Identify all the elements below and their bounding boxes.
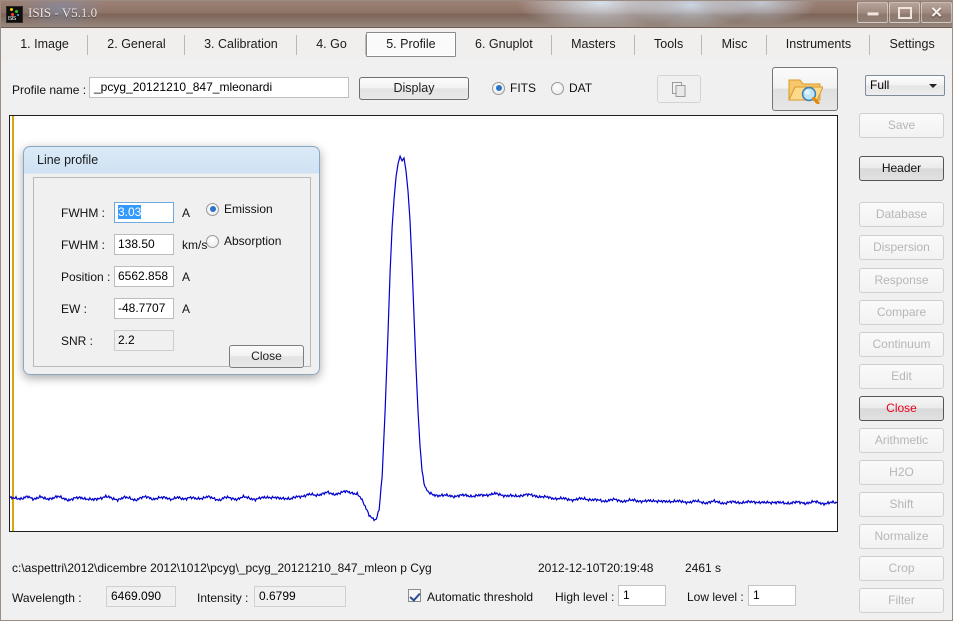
field-value-input[interactable]: 6562.858 (114, 266, 174, 287)
tab-4-go[interactable]: 4. Go (297, 32, 366, 57)
tab-instruments[interactable]: Instruments (767, 32, 871, 57)
low-level-input[interactable]: 1 (748, 585, 796, 606)
wavelength-label: Wavelength : (12, 591, 82, 605)
field-label: EW : (61, 302, 87, 316)
dialog-row: FWHM : 3.03 A (34, 202, 310, 226)
side-button-h2o: H2O (859, 460, 944, 485)
format-fits-radio[interactable]: FITS (492, 81, 536, 95)
tab-masters[interactable]: Masters (552, 32, 635, 57)
side-button-header[interactable]: Header (859, 156, 944, 181)
side-button-filter: Filter (859, 588, 944, 613)
radio-on-icon (492, 82, 505, 95)
format-dat-radio[interactable]: DAT (551, 81, 592, 95)
format-fits-label: FITS (510, 81, 536, 95)
title-bar: ISIS ISIS - V5.1.0 ✕ (1, 1, 953, 28)
isis-main-window: ISIS ISIS - V5.1.0 ✕ 1. Image2. General3… (0, 0, 953, 621)
side-button-close[interactable]: Close (859, 396, 944, 421)
tab-3-calibration[interactable]: 3. Calibration (185, 32, 297, 57)
display-button[interactable]: Display (359, 77, 469, 100)
field-label: FWHM : (61, 206, 105, 220)
file-path-text: c:\aspettri\2012\dicembre 2012\1012\pcyg… (12, 561, 432, 575)
field-value-input[interactable]: -48.7707 (114, 298, 174, 319)
radio-off-icon (551, 82, 564, 95)
side-button-compare: Compare (859, 300, 944, 325)
side-button-crop: Crop (859, 556, 944, 581)
dialog-body: Emission Absorption Close FWHM :3.03AFWH… (33, 177, 311, 367)
copy-button[interactable] (657, 75, 701, 103)
tab-1-image[interactable]: 1. Image (1, 32, 88, 57)
observation-datetime: 2012-12-10T20:19:48 (538, 561, 653, 575)
folder-search-icon (787, 74, 823, 104)
tab-settings[interactable]: Settings (870, 32, 953, 57)
tab-misc[interactable]: Misc (702, 32, 766, 57)
field-label: SNR : (61, 334, 93, 348)
field-unit: A (182, 302, 190, 316)
field-unit: km/s (182, 238, 207, 252)
side-button-arithmetic: Arithmetic (859, 428, 944, 453)
tab-2-general[interactable]: 2. General (88, 32, 185, 57)
field-value-text: 2.2 (118, 333, 135, 347)
browse-profile-button[interactable] (772, 67, 838, 111)
close-window-button[interactable]: ✕ (921, 2, 952, 23)
tab-tools[interactable]: Tools (635, 32, 703, 57)
exposure-time: 2461 s (685, 561, 721, 575)
side-button-dispersion: Dispersion (859, 235, 944, 260)
dialog-row: Position : 6562.858 A (34, 266, 310, 290)
automatic-threshold-label: Automatic threshold (427, 590, 533, 604)
view-mode-value: Full (870, 78, 889, 92)
high-level-label: High level : (555, 590, 614, 604)
field-label: FWHM : (61, 238, 105, 252)
field-value-text: 138.50 (118, 237, 155, 251)
tab-6-gnuplot[interactable]: 6. Gnuplot (456, 32, 552, 57)
profile-name-label: Profile name : (12, 83, 86, 97)
dialog-title: Line profile (37, 153, 98, 167)
side-button-response: Response (859, 268, 944, 293)
view-mode-select[interactable]: Full (865, 75, 945, 96)
side-button-edit: Edit (859, 364, 944, 389)
profile-name-input[interactable]: _pcyg_20121210_847_mleonardi (89, 77, 349, 98)
field-value-text: -48.7707 (118, 301, 165, 315)
field-value-text: 3.03 (118, 205, 141, 219)
wavelength-value: 6469.090 (106, 586, 176, 607)
side-button-shift: Shift (859, 492, 944, 517)
side-button-normalize: Normalize (859, 524, 944, 549)
field-value-text: 6562.858 (118, 269, 168, 283)
minimize-button[interactable] (857, 2, 888, 23)
high-level-input[interactable]: 1 (618, 585, 666, 606)
chevron-down-icon (929, 84, 937, 88)
line-profile-dialog: Line profile Emission Absorption Close F… (23, 146, 320, 375)
dialog-row: SNR : 2.2 (34, 330, 310, 354)
field-value-input: 2.2 (114, 330, 174, 351)
field-value-input[interactable]: 3.03 (114, 202, 174, 223)
low-level-label: Low level : (687, 590, 744, 604)
copy-icon (671, 81, 687, 97)
field-label: Position : (61, 270, 110, 284)
field-value-input[interactable]: 138.50 (114, 234, 174, 255)
side-button-save: Save (859, 113, 944, 138)
field-unit: A (182, 270, 190, 284)
dialog-row: EW : -48.7707 A (34, 298, 310, 322)
maximize-button[interactable] (889, 2, 920, 23)
dialog-row: FWHM : 138.50 km/s (34, 234, 310, 258)
field-unit: A (182, 206, 190, 220)
side-button-database: Database (859, 202, 944, 227)
window-controls: ✕ (856, 2, 952, 23)
side-button-continuum: Continuum (859, 332, 944, 357)
isis-app-icon: ISIS (6, 6, 23, 23)
window-title: ISIS - V5.1.0 (28, 5, 97, 21)
format-dat-label: DAT (569, 81, 592, 95)
tab-5-profile[interactable]: 5. Profile (366, 32, 456, 57)
tab-bar: 1. Image2. General3. Calibration4. Go5. … (1, 28, 953, 60)
intensity-label: Intensity : (197, 591, 248, 605)
automatic-threshold-checkbox[interactable] (408, 589, 421, 602)
intensity-value: 0.6799 (254, 586, 346, 607)
